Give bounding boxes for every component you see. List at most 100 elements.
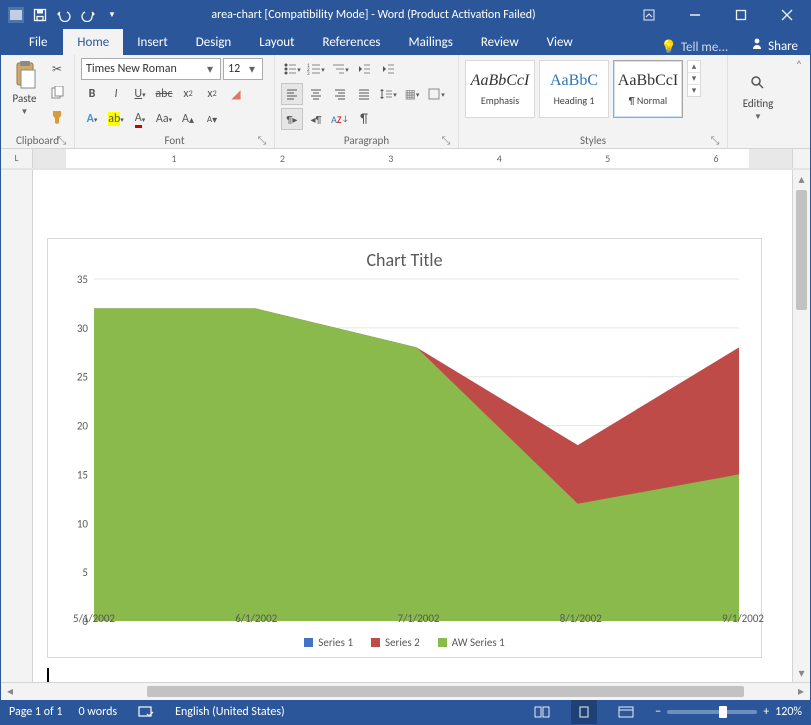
spellcheck-icon[interactable] bbox=[133, 700, 159, 724]
scroll-thumb[interactable] bbox=[147, 686, 744, 697]
styles-dialog-icon[interactable]: ⤡ bbox=[709, 135, 721, 147]
bold-button[interactable]: B bbox=[81, 83, 103, 105]
zoom-knob[interactable] bbox=[719, 706, 727, 718]
vertical-ruler[interactable] bbox=[1, 170, 33, 682]
font-name-combo[interactable]: Times New Roman▾ bbox=[81, 58, 221, 80]
font-color-button[interactable]: A▾ bbox=[129, 108, 151, 130]
scroll-down-icon[interactable]: ▾ bbox=[793, 664, 810, 682]
zoom-value[interactable]: 120% bbox=[775, 705, 802, 719]
tab-insert[interactable]: Insert bbox=[123, 29, 182, 55]
shading-button[interactable]: ▦▾ bbox=[401, 83, 423, 105]
read-mode-icon[interactable] bbox=[529, 700, 555, 724]
underline-button[interactable]: U▾ bbox=[129, 83, 151, 105]
scroll-left-icon[interactable]: ◂ bbox=[1, 683, 19, 701]
close-button[interactable] bbox=[764, 1, 810, 29]
paragraph-dialog-icon[interactable]: ⤡ bbox=[440, 135, 452, 147]
tab-layout[interactable]: Layout bbox=[245, 29, 308, 55]
zoom-in-button[interactable]: + bbox=[763, 705, 769, 719]
maximize-button[interactable] bbox=[718, 1, 764, 29]
chevron-down-icon[interactable]: ▾ bbox=[688, 73, 700, 85]
align-center-button[interactable] bbox=[305, 83, 327, 105]
tab-mailings[interactable]: Mailings bbox=[395, 29, 467, 55]
increase-indent-button[interactable] bbox=[377, 58, 399, 80]
group-editing: Editing ▼ bbox=[728, 55, 788, 148]
align-right-button[interactable] bbox=[329, 83, 351, 105]
status-page[interactable]: Page 1 of 1 bbox=[9, 705, 63, 719]
change-case-button[interactable]: Aa▾ bbox=[153, 108, 175, 130]
status-language[interactable]: English (United States) bbox=[175, 705, 285, 719]
bullets-button[interactable]: ▾ bbox=[281, 58, 303, 80]
show-marks-button[interactable]: ¶ bbox=[353, 108, 375, 130]
style-normal[interactable]: AaBbCcI ¶ Normal bbox=[613, 60, 683, 118]
tab-review[interactable]: Review bbox=[467, 29, 533, 55]
horizontal-ruler[interactable]: L 123456 bbox=[1, 149, 810, 169]
ruler-toggle-icon[interactable] bbox=[792, 149, 810, 168]
multilevel-button[interactable]: ▾ bbox=[329, 58, 351, 80]
decrease-indent-button[interactable] bbox=[353, 58, 375, 80]
format-painter-button[interactable] bbox=[46, 106, 68, 128]
web-layout-icon[interactable] bbox=[613, 700, 639, 724]
cut-button[interactable]: ✂ bbox=[46, 58, 68, 80]
numbering-icon: 123 bbox=[307, 62, 321, 76]
print-layout-icon[interactable] bbox=[571, 700, 597, 724]
grow-font-button[interactable]: A▴ bbox=[177, 108, 199, 130]
editing-button[interactable]: Editing ▼ bbox=[734, 58, 782, 132]
text-effects-button[interactable]: A▾ bbox=[81, 108, 103, 130]
chevron-down-icon: ▼ bbox=[21, 107, 29, 117]
share-icon bbox=[750, 37, 764, 55]
styles-gallery-scroll[interactable]: ▴ ▾ ▾ bbox=[687, 60, 701, 97]
tab-file[interactable]: File bbox=[13, 29, 63, 55]
copy-button[interactable] bbox=[46, 82, 68, 104]
align-left-button[interactable] bbox=[281, 83, 303, 105]
line-spacing-button[interactable]: ▾ bbox=[377, 83, 399, 105]
highlight-button[interactable]: ab▾ bbox=[105, 108, 127, 130]
style-emphasis[interactable]: AaBbCcI Emphasis bbox=[465, 60, 535, 118]
zoom-out-button[interactable]: − bbox=[655, 705, 661, 719]
horizontal-scrollbar[interactable]: ◂ ▸ bbox=[1, 682, 810, 700]
font-size-value: 12 bbox=[228, 62, 240, 76]
rtl-button[interactable]: ◂¶ bbox=[305, 108, 327, 130]
tab-view[interactable]: View bbox=[533, 29, 587, 55]
title-bar: ▼ area-chart [Compatibility Mode] - Word… bbox=[1, 1, 810, 29]
collapse-ribbon-button[interactable]: ˄ bbox=[788, 55, 810, 148]
tell-me-search[interactable]: 💡 Tell me... bbox=[651, 40, 738, 55]
zoom-slider[interactable] bbox=[667, 710, 757, 714]
borders-button[interactable]: ▾ bbox=[425, 83, 447, 105]
document-page[interactable]: Chart Title 05101520253035 5/1/20026/1/2… bbox=[33, 170, 792, 682]
scroll-thumb[interactable] bbox=[796, 190, 807, 310]
justify-button[interactable] bbox=[353, 83, 375, 105]
tab-design[interactable]: Design bbox=[182, 29, 245, 55]
scroll-right-icon[interactable]: ▸ bbox=[792, 683, 810, 701]
italic-button[interactable]: I bbox=[105, 83, 127, 105]
save-icon[interactable] bbox=[31, 8, 49, 22]
chevron-up-icon[interactable]: ▴ bbox=[688, 61, 700, 73]
subscript-button[interactable]: x2 bbox=[177, 83, 199, 105]
undo-icon[interactable] bbox=[55, 8, 73, 22]
strikethrough-button[interactable]: abc bbox=[153, 83, 175, 105]
vertical-scrollbar[interactable]: ▴ ▾ bbox=[792, 170, 810, 682]
paste-button[interactable]: Paste ▼ bbox=[7, 58, 42, 132]
style-heading1[interactable]: AaBbC Heading 1 bbox=[539, 60, 609, 118]
redo-icon[interactable] bbox=[79, 8, 97, 22]
numbering-button[interactable]: 123▾ bbox=[305, 58, 327, 80]
ltr-button[interactable]: ¶▸ bbox=[281, 108, 303, 130]
gallery-expand-icon[interactable]: ▾ bbox=[688, 85, 700, 96]
minimize-button[interactable] bbox=[672, 1, 718, 29]
status-words[interactable]: 0 words bbox=[79, 705, 118, 719]
tab-references[interactable]: References bbox=[309, 29, 395, 55]
clear-formatting-button[interactable]: ◢ bbox=[225, 83, 247, 105]
tab-home[interactable]: Home bbox=[63, 29, 123, 55]
font-size-combo[interactable]: 12▾ bbox=[223, 58, 263, 80]
clipboard-dialog-icon[interactable]: ⤡ bbox=[56, 135, 68, 147]
share-button[interactable]: Share bbox=[738, 37, 810, 55]
sort-button[interactable]: AZ↓ bbox=[329, 108, 351, 130]
ribbon-options-icon[interactable] bbox=[626, 1, 672, 29]
scroll-up-icon[interactable]: ▴ bbox=[793, 170, 810, 188]
font-dialog-icon[interactable]: ⤡ bbox=[256, 135, 268, 147]
zoom-control[interactable]: − + 120% bbox=[655, 705, 802, 719]
superscript-button[interactable]: x2 bbox=[201, 83, 223, 105]
qat-dropdown-icon[interactable]: ▼ bbox=[103, 10, 121, 20]
chart-object[interactable]: Chart Title 05101520253035 5/1/20026/1/2… bbox=[47, 238, 762, 658]
shrink-font-button[interactable]: A▾ bbox=[201, 108, 223, 130]
ruler-corner[interactable]: L bbox=[1, 149, 33, 168]
